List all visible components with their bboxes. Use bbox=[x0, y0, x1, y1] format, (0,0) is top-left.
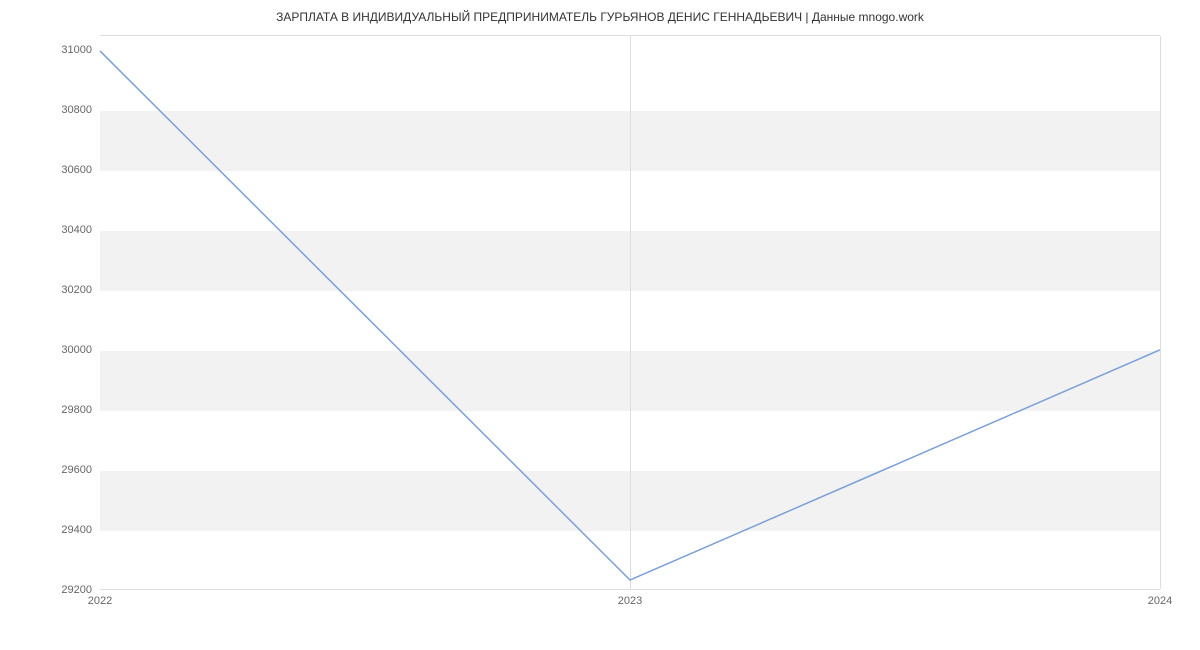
y-tick-label: 30600 bbox=[61, 164, 92, 176]
y-tick-label: 30000 bbox=[61, 344, 92, 356]
y-tick-label: 29800 bbox=[61, 404, 92, 416]
plot-area bbox=[100, 35, 1160, 590]
y-tick-label: 29400 bbox=[61, 524, 92, 536]
x-tick-label: 2024 bbox=[1148, 595, 1172, 607]
data-line bbox=[100, 36, 1160, 589]
x-grid-line bbox=[1160, 36, 1161, 589]
y-tick-label: 30800 bbox=[61, 104, 92, 116]
x-tick-label: 2022 bbox=[88, 595, 112, 607]
y-tick-label: 29600 bbox=[61, 464, 92, 476]
y-tick-label: 31000 bbox=[61, 44, 92, 56]
y-tick-label: 30200 bbox=[61, 284, 92, 296]
chart-title: ЗАРПЛАТА В ИНДИВИДУАЛЬНЫЙ ПРЕДПРИНИМАТЕЛ… bbox=[0, 10, 1200, 24]
x-tick-label: 2023 bbox=[618, 595, 642, 607]
y-tick-label: 30400 bbox=[61, 224, 92, 236]
